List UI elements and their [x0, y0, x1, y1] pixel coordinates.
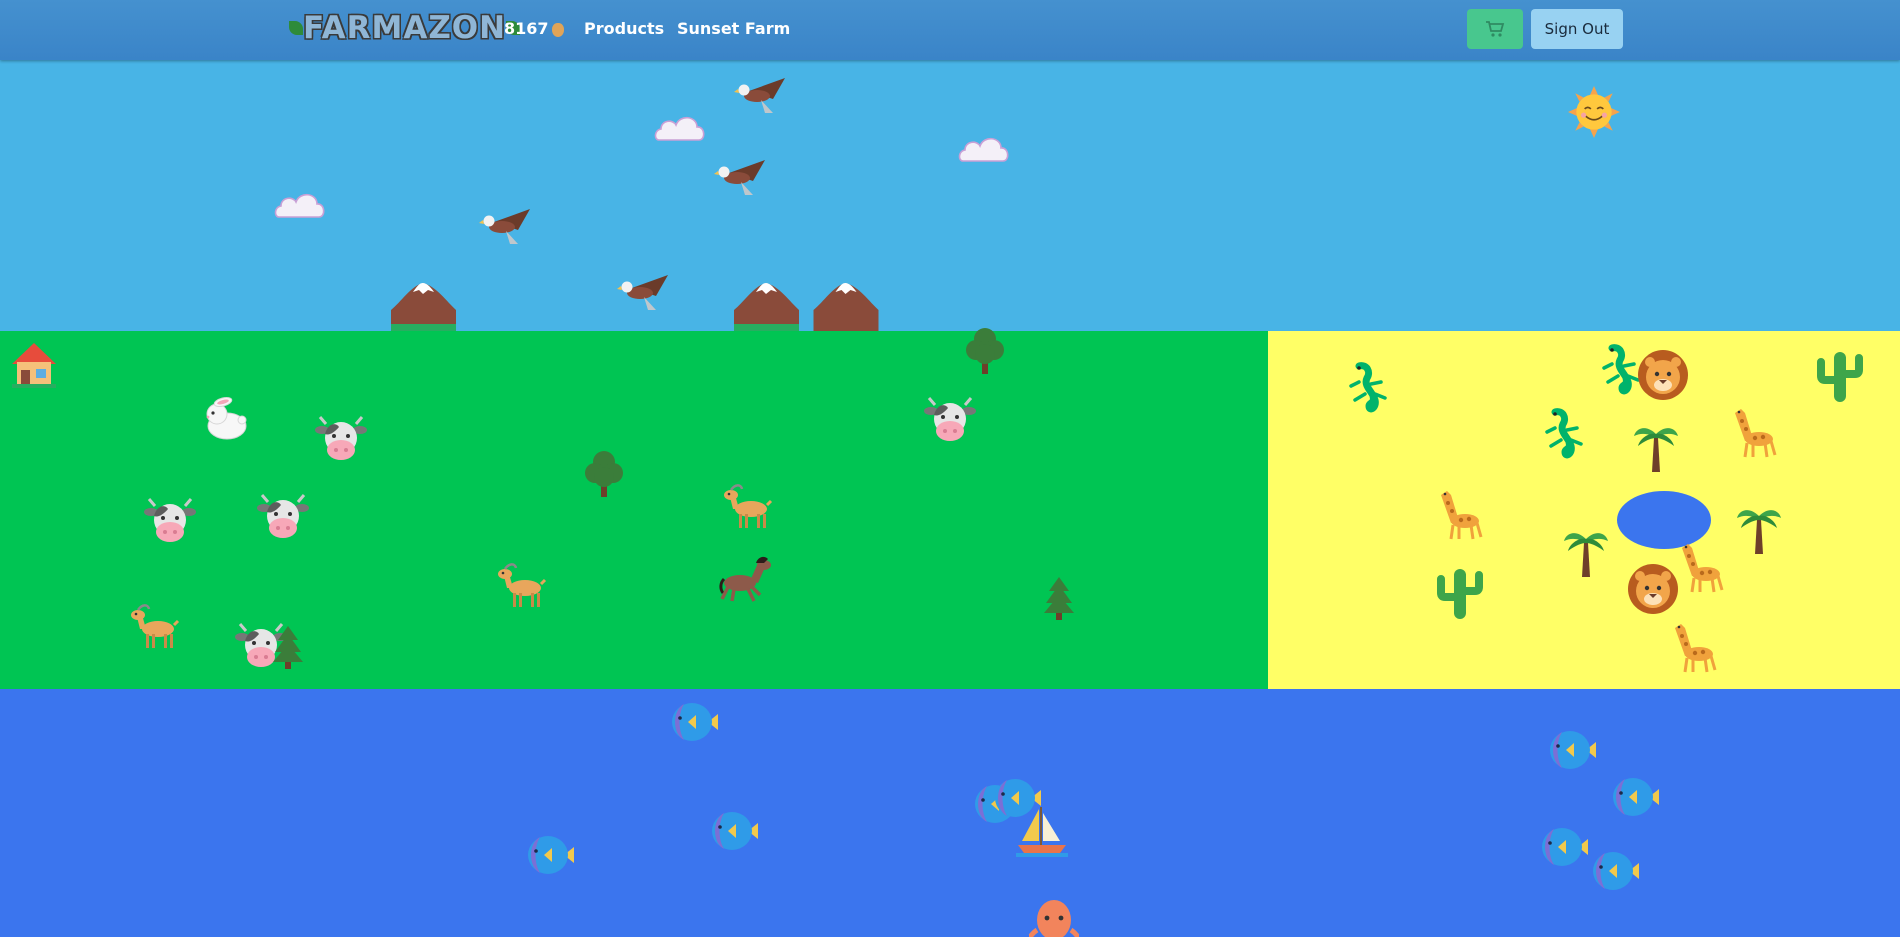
house-icon[interactable]: [9, 340, 59, 388]
horse-icon[interactable]: [718, 555, 774, 605]
palm-tree-icon[interactable]: [1632, 420, 1680, 474]
cloud-icon[interactable]: [273, 186, 327, 222]
giraffe-icon[interactable]: [1674, 540, 1724, 594]
farmazon-logo[interactable]: FARMAZON: [289, 8, 521, 48]
giraffe-icon[interactable]: [1727, 405, 1777, 459]
money-bag-icon: [551, 22, 564, 37]
goat-icon[interactable]: [721, 483, 775, 531]
palm-tree-icon[interactable]: [1562, 525, 1610, 579]
rabbit-icon[interactable]: [197, 391, 253, 443]
farm-name-link[interactable]: Sunset Farm: [677, 19, 790, 38]
mountain-icon[interactable]: [734, 280, 799, 331]
coin-balance: 8167: [504, 19, 564, 38]
eagle-icon[interactable]: [616, 272, 670, 312]
eagle-icon[interactable]: [478, 206, 532, 246]
mountain-icon[interactable]: [811, 280, 881, 331]
fish-icon[interactable]: [1611, 775, 1661, 819]
tree-icon[interactable]: [963, 324, 1007, 376]
cow-icon[interactable]: [923, 395, 977, 447]
eagle-icon[interactable]: [713, 157, 767, 197]
cow-icon[interactable]: [256, 492, 310, 544]
lion-icon[interactable]: [1626, 562, 1680, 616]
fish-icon[interactable]: [1548, 728, 1598, 772]
fish-icon[interactable]: [526, 833, 576, 877]
sailboat-icon[interactable]: [1016, 805, 1068, 857]
sign-out-button[interactable]: Sign Out: [1531, 9, 1623, 49]
fish-icon[interactable]: [670, 700, 720, 744]
cactus-icon[interactable]: [1815, 350, 1865, 404]
giraffe-icon[interactable]: [1433, 487, 1483, 541]
goat-icon[interactable]: [495, 562, 549, 610]
evergreen-tree-icon[interactable]: [1042, 575, 1076, 621]
fish-icon[interactable]: [1591, 849, 1641, 893]
tree-icon[interactable]: [582, 447, 626, 499]
products-link[interactable]: Products: [584, 19, 664, 38]
cactus-icon[interactable]: [1435, 567, 1485, 621]
cow-icon[interactable]: [143, 496, 197, 548]
leaf-icon: [289, 21, 303, 35]
lizard-icon[interactable]: [1347, 362, 1389, 416]
cart-button[interactable]: [1467, 9, 1523, 49]
evergreen-tree-icon[interactable]: [271, 624, 305, 670]
palm-tree-icon[interactable]: [1735, 502, 1783, 556]
giraffe-icon[interactable]: [1667, 620, 1717, 674]
fish-icon[interactable]: [710, 809, 760, 853]
cow-icon[interactable]: [314, 414, 368, 466]
sun-icon[interactable]: [1568, 86, 1620, 138]
logo-text: FARMAZON: [303, 10, 507, 46]
octopus-icon[interactable]: [1027, 898, 1081, 937]
cloud-icon[interactable]: [957, 130, 1011, 166]
lion-icon[interactable]: [1636, 348, 1690, 402]
cloud-icon[interactable]: [653, 109, 707, 145]
goat-icon[interactable]: [128, 603, 182, 651]
mountain-icon[interactable]: [391, 280, 456, 331]
cart-icon: [1486, 21, 1505, 37]
lizard-icon[interactable]: [1543, 408, 1585, 462]
coin-count: 8167: [504, 19, 549, 38]
fish-icon[interactable]: [1540, 825, 1590, 869]
eagle-icon[interactable]: [733, 75, 787, 115]
top-navbar: FARMAZON 8167 Products Sunset Farm Sign …: [0, 0, 1900, 60]
